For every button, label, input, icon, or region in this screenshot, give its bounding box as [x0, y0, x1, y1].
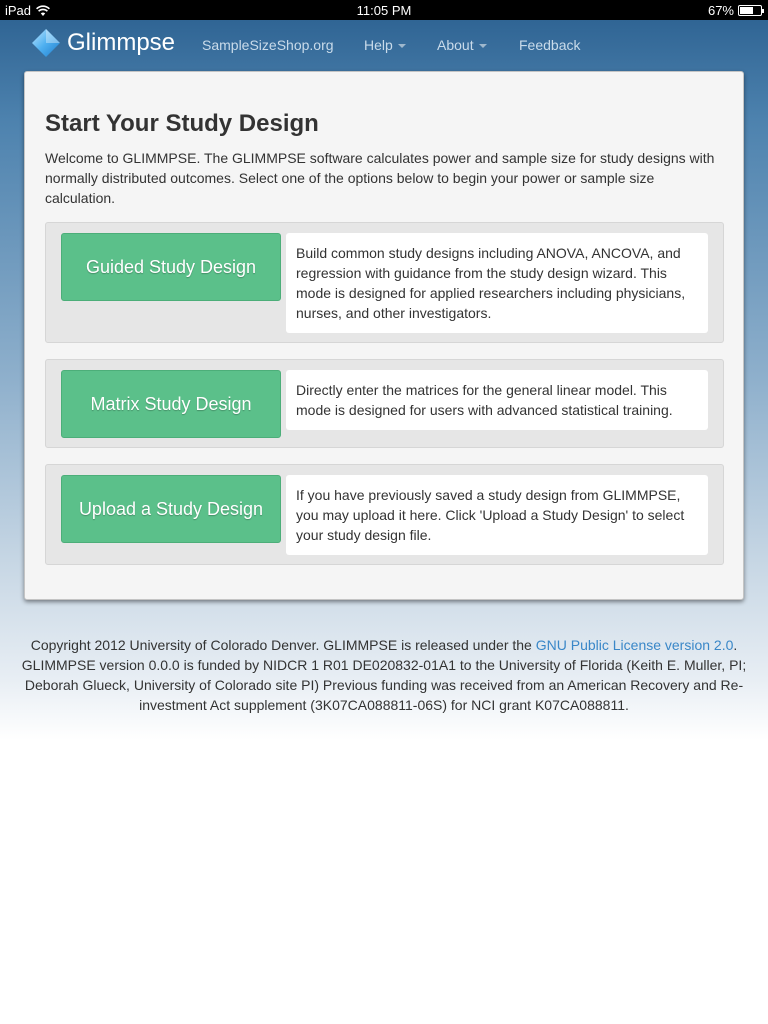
matrix-description: Directly enter the matrices for the gene… — [286, 370, 708, 430]
option-matrix: Matrix Study Design Directly enter the m… — [45, 359, 724, 448]
brand-name: Glimmpse — [67, 29, 176, 56]
footer: Copyright 2012 University of Colorado De… — [20, 635, 748, 715]
wifi-icon — [36, 4, 50, 16]
status-bar: iPad 11:05 PM 67% — [0, 0, 768, 20]
battery-percent: 67% — [707, 3, 734, 18]
battery-level — [740, 7, 754, 14]
option-guided: Guided Study Design Build common study d… — [45, 222, 724, 343]
nav-samplesizeshop-link[interactable]: SampleSizeShop.org — [202, 37, 334, 53]
device-name: iPad — [5, 3, 32, 18]
upload-study-design-button[interactable]: Upload a Study Design — [61, 475, 281, 543]
diamond-logo-icon — [32, 29, 60, 57]
start-design-panel: Start Your Study Design Welcome to GLIMM… — [24, 71, 744, 600]
nav-feedback-link[interactable]: Feedback — [519, 37, 580, 53]
nav-about-dropdown[interactable]: About — [437, 37, 487, 53]
guided-study-design-button[interactable]: Guided Study Design — [61, 233, 281, 301]
guided-description: Build common study designs including ANO… — [286, 233, 708, 333]
nav-about-label: About — [437, 37, 474, 53]
nav-help-label: Help — [364, 37, 393, 53]
status-left: iPad — [5, 3, 50, 18]
upload-description: If you have previously saved a study des… — [286, 475, 708, 555]
status-right: 67% — [707, 3, 764, 18]
gnu-license-link[interactable]: GNU Public License version 2.0 — [536, 637, 734, 653]
matrix-study-design-button[interactable]: Matrix Study Design — [61, 370, 281, 438]
battery-tip — [762, 9, 764, 13]
intro-text: Welcome to GLIMMPSE. The GLIMMPSE softwa… — [45, 150, 715, 206]
nav-help-dropdown[interactable]: Help — [364, 37, 406, 53]
brand-link[interactable]: Glimmpse — [31, 28, 175, 58]
battery-icon — [738, 5, 764, 16]
help-caret-icon — [397, 44, 406, 49]
footer-copyright-text: Copyright 2012 University of Colorado De… — [30, 637, 536, 653]
navbar: Glimmpse SampleSizeShop.org Help About F… — [0, 20, 768, 70]
status-time: 11:05 PM — [356, 3, 412, 18]
about-caret-icon — [478, 44, 487, 49]
option-upload: Upload a Study Design If you have previo… — [45, 464, 724, 565]
page-title: Start Your Study Design — [45, 110, 319, 137]
